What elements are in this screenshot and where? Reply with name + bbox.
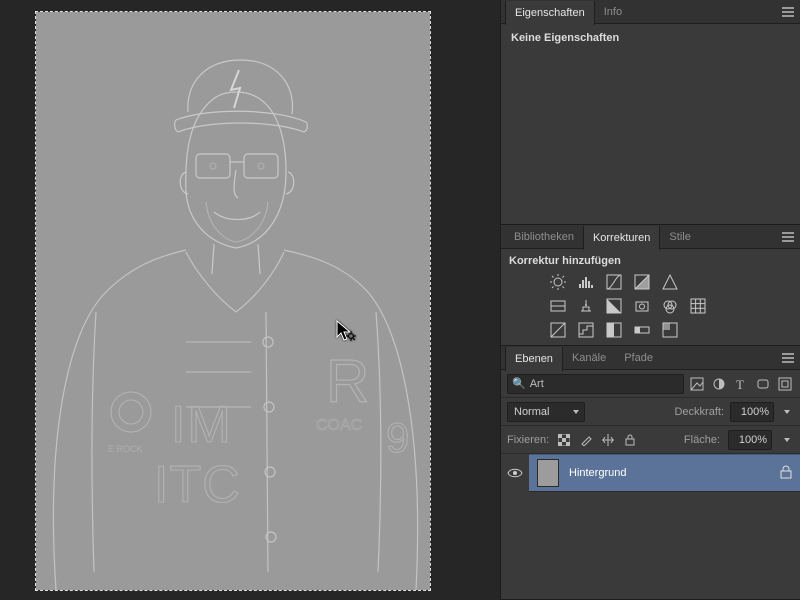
- layer-list: Hintergrund: [501, 454, 800, 599]
- tab-info[interactable]: Info: [595, 0, 631, 24]
- properties-body: Keine Eigenschaften: [501, 24, 800, 224]
- tab-adjustments[interactable]: Korrekturen: [583, 226, 660, 250]
- posterize-icon[interactable]: [577, 321, 595, 339]
- layer-visibility-toggle[interactable]: [501, 454, 529, 492]
- panels-column: Eigenschaften Info Keine Eigenschaften B…: [500, 0, 800, 600]
- adjustments-panel: Bibliotheken Korrekturen Stile Korrektur…: [501, 225, 800, 346]
- tab-channels[interactable]: Kanäle: [563, 346, 615, 370]
- layer-name: Hintergrund: [569, 467, 770, 479]
- brightness-contrast-icon[interactable]: [549, 273, 567, 291]
- fill-value[interactable]: 100%: [728, 430, 772, 450]
- svg-text:ITC: ITC: [154, 456, 241, 514]
- blend-opacity-row: Normal Deckkraft: 100%: [501, 398, 800, 426]
- layer-locked-icon: [780, 465, 792, 482]
- properties-panel: Eigenschaften Info Keine Eigenschaften: [501, 0, 800, 225]
- adjustments-tabs: Bibliotheken Korrekturen Stile: [501, 225, 800, 249]
- svg-text:E ROCK: E ROCK: [108, 444, 143, 454]
- filter-type-icon[interactable]: T: [732, 375, 750, 393]
- lock-all-icon[interactable]: [623, 433, 637, 447]
- exposure-icon[interactable]: [633, 273, 651, 291]
- photo-filter-icon[interactable]: [633, 297, 651, 315]
- svg-text:COAC: COAC: [316, 417, 362, 434]
- search-icon: 🔍: [512, 377, 526, 390]
- fill-stepper[interactable]: [780, 430, 794, 450]
- opacity-label: Deckkraft:: [674, 406, 724, 418]
- adjustments-body: Korrektur hinzufügen: [501, 249, 800, 345]
- fill-label: Fläche:: [684, 434, 720, 446]
- layer-filter-bar: 🔍 Art T: [501, 370, 800, 398]
- canvas-area: IM ITC R COAC 9 E ROCK: [0, 0, 500, 600]
- layer-thumbnail: [537, 459, 559, 487]
- filter-smartobject-icon[interactable]: [776, 375, 794, 393]
- black-white-icon[interactable]: [605, 297, 623, 315]
- tab-paths[interactable]: Pfade: [615, 346, 662, 370]
- opacity-value[interactable]: 100%: [730, 402, 774, 422]
- opacity-stepper[interactable]: [780, 402, 794, 422]
- layer-filter-select[interactable]: 🔍 Art: [507, 374, 684, 394]
- lock-transparency-icon[interactable]: [557, 433, 571, 447]
- adjustments-add-label: Korrektur hinzufügen: [509, 255, 792, 267]
- lock-label: Fixieren:: [507, 434, 549, 446]
- color-balance-icon[interactable]: [577, 297, 595, 315]
- channel-mixer-icon[interactable]: [661, 297, 679, 315]
- layers-panel: Ebenen Kanäle Pfade 🔍 Art T Normal Deckk…: [501, 346, 800, 600]
- svg-text:IM: IM: [171, 396, 233, 454]
- vibrance-icon[interactable]: [661, 273, 679, 291]
- tab-properties[interactable]: Eigenschaften: [505, 1, 595, 25]
- layers-tabs: Ebenen Kanäle Pfade: [501, 346, 800, 370]
- svg-text:T: T: [736, 377, 744, 391]
- properties-tabs: Eigenschaften Info: [501, 0, 800, 24]
- curves-icon[interactable]: [605, 273, 623, 291]
- layer-row[interactable]: Hintergrund: [529, 454, 800, 492]
- document-selection[interactable]: IM ITC R COAC 9 E ROCK: [36, 12, 430, 590]
- layer-filter-value: Art: [530, 378, 544, 390]
- tab-styles[interactable]: Stile: [660, 225, 699, 249]
- lock-pixels-icon[interactable]: [579, 433, 593, 447]
- lock-position-icon[interactable]: [601, 433, 615, 447]
- threshold-icon[interactable]: [605, 321, 623, 339]
- filter-pixel-icon[interactable]: [688, 375, 706, 393]
- gradient-map-icon[interactable]: [633, 321, 651, 339]
- filter-adjustment-icon[interactable]: [710, 375, 728, 393]
- color-lookup-icon[interactable]: [689, 297, 707, 315]
- levels-icon[interactable]: [577, 273, 595, 291]
- svg-text:R: R: [326, 348, 369, 415]
- filter-shape-icon[interactable]: [754, 375, 772, 393]
- panel-menu-button[interactable]: [780, 229, 796, 245]
- panel-menu-button[interactable]: [780, 350, 796, 366]
- tab-libraries[interactable]: Bibliotheken: [505, 225, 583, 249]
- cursor-pointer: [336, 320, 358, 344]
- blend-mode-select[interactable]: Normal: [507, 402, 585, 422]
- selective-color-icon[interactable]: [661, 321, 679, 339]
- panel-menu-button[interactable]: [780, 4, 796, 20]
- svg-text:9: 9: [386, 414, 409, 461]
- tab-layers[interactable]: Ebenen: [505, 347, 563, 371]
- hue-saturation-icon[interactable]: [549, 297, 567, 315]
- invert-icon[interactable]: [549, 321, 567, 339]
- lock-fill-row: Fixieren: Fläche: 100%: [501, 426, 800, 454]
